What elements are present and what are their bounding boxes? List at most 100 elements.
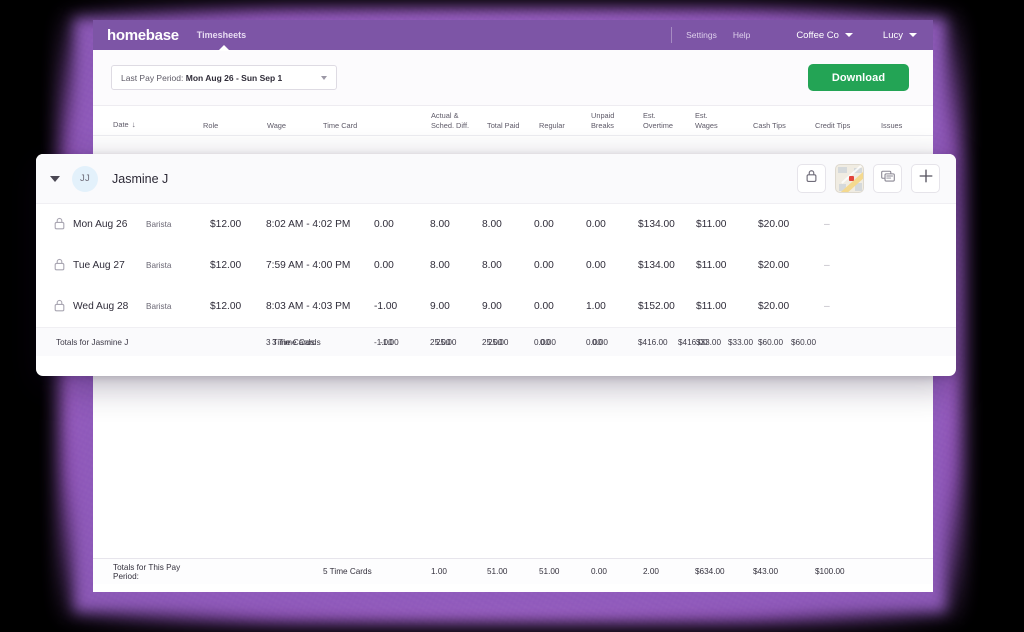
timesheet-toolbar: Last Pay Period: Mon Aug 26 - Sun Sep 1 … bbox=[93, 50, 933, 106]
cell-credit-total: $60.00 $60.00 bbox=[758, 338, 824, 347]
user-name: Lucy bbox=[883, 30, 903, 41]
lock-button[interactable] bbox=[797, 164, 826, 193]
unpaid-ghost: 0.00 bbox=[540, 338, 556, 347]
cell-cash-tips: $11.00 bbox=[696, 301, 758, 312]
column-header-time-card[interactable]: Time Card bbox=[323, 121, 431, 130]
lock-icon bbox=[54, 258, 65, 274]
table-column-headers: Date↓ Role Wage Time Card Actual & Sched… bbox=[93, 106, 933, 136]
col-line-1: Est. bbox=[643, 111, 695, 120]
cell-est-overtime: 0.00 bbox=[586, 260, 638, 271]
cell-role: Barista bbox=[146, 220, 210, 229]
cell-unpaid-breaks: 0.00 bbox=[534, 219, 586, 230]
cell-cash-tips: $11.00 bbox=[696, 260, 758, 271]
top-navigation-bar: homebase Timesheets Settings Help Coffee… bbox=[93, 20, 933, 50]
diff-ghost: -1.00 bbox=[380, 338, 399, 347]
cell-period-regular: 51.00 bbox=[539, 567, 591, 576]
cash-ghost: $33.00 bbox=[728, 338, 753, 347]
nav-link-settings[interactable]: Settings bbox=[686, 30, 717, 40]
nav-link-help[interactable]: Help bbox=[733, 30, 750, 40]
cell-overtime-total: 0.00 0.00 bbox=[586, 338, 638, 347]
column-header-issues[interactable]: Issues bbox=[881, 121, 931, 130]
table-row[interactable]: Wed Aug 28 Barista $12.00 8:03 AM - 4:03… bbox=[36, 286, 956, 327]
col-line-1: Actual & bbox=[431, 111, 487, 120]
credit-ghost: $60.00 bbox=[791, 338, 816, 347]
table-row[interactable]: Mon Aug 26 Barista $12.00 8:02 AM - 4:02… bbox=[36, 204, 956, 245]
cash-primary: $33.00 bbox=[696, 338, 721, 347]
date-text: Wed Aug 28 bbox=[73, 301, 128, 312]
column-header-role[interactable]: Role bbox=[203, 121, 267, 130]
column-header-date[interactable]: Date↓ bbox=[99, 120, 203, 130]
cell-diff-total: -1.00 -1.00 bbox=[374, 338, 430, 347]
cell-est-wages: $134.00 bbox=[638, 260, 696, 271]
lock-icon bbox=[805, 169, 818, 188]
column-header-actual-sched-diff[interactable]: Actual & Sched. Diff. bbox=[431, 111, 487, 130]
company-switcher[interactable]: Coffee Co bbox=[796, 30, 853, 41]
cell-period-diff: 1.00 bbox=[431, 567, 487, 576]
col-line-2: Overtime bbox=[643, 121, 695, 130]
app-logo[interactable]: homebase bbox=[107, 27, 179, 44]
cell-credit-tips: $20.00 bbox=[758, 219, 824, 230]
chevron-down-icon bbox=[845, 33, 853, 37]
col-line-2: Breaks bbox=[591, 121, 643, 130]
col-line-2: Wages bbox=[695, 121, 753, 130]
active-tab-notch bbox=[218, 45, 230, 51]
cell-total-paid: 8.00 bbox=[430, 219, 482, 230]
date-text: Mon Aug 26 bbox=[73, 219, 127, 230]
comment-icon bbox=[881, 170, 895, 188]
cell-wage: $12.00 bbox=[210, 260, 266, 271]
cell-issues: – bbox=[824, 301, 874, 312]
chevron-down-icon[interactable] bbox=[50, 176, 60, 182]
col-line-1: Est. bbox=[695, 111, 753, 120]
cell-unpaid-total: 0.00 0.00 bbox=[534, 338, 586, 347]
cell-time-card[interactable]: 8:02 AM - 4:02 PM bbox=[266, 219, 374, 230]
cell-date: Tue Aug 27 bbox=[42, 258, 146, 274]
add-button[interactable] bbox=[911, 164, 940, 193]
column-header-wage[interactable]: Wage bbox=[267, 121, 323, 130]
screenshot-stage: homebase Timesheets Settings Help Coffee… bbox=[0, 0, 1024, 632]
date-text: Tue Aug 27 bbox=[73, 260, 125, 271]
column-header-credit-tips[interactable]: Credit Tips bbox=[815, 121, 881, 130]
user-menu[interactable]: Lucy bbox=[883, 30, 917, 41]
cell-regular: 9.00 bbox=[482, 301, 534, 312]
avatar: JJ bbox=[72, 166, 98, 192]
column-header-est-wages[interactable]: Est. Wages bbox=[695, 111, 753, 130]
cell-period-total-paid: 51.00 bbox=[487, 567, 539, 576]
pay-period-totals-row: Totals for This Pay Period: 5 Time Cards… bbox=[93, 558, 933, 584]
column-header-est-overtime[interactable]: Est. Overtime bbox=[643, 111, 695, 130]
comment-button[interactable] bbox=[873, 164, 902, 193]
cell-est-wages: $152.00 bbox=[638, 301, 696, 312]
chevron-down-icon bbox=[321, 76, 327, 80]
chevron-down-icon bbox=[909, 33, 917, 37]
cell-period-unpaid: 0.00 bbox=[591, 567, 643, 576]
cell-period-overtime: 2.00 bbox=[643, 567, 695, 576]
time-cards-ghost: 3 Time Cards bbox=[272, 338, 321, 347]
column-header-unpaid-breaks[interactable]: Unpaid Breaks bbox=[591, 111, 643, 130]
employee-card-header: JJ Jasmine J bbox=[36, 154, 956, 204]
cell-period-time-cards: 5 Time Cards bbox=[323, 567, 431, 576]
cell-issues: – bbox=[824, 260, 874, 271]
cell-date: Wed Aug 28 bbox=[42, 299, 146, 315]
table-row[interactable]: Tue Aug 27 Barista $12.00 7:59 AM - 4:00… bbox=[36, 245, 956, 286]
column-header-total-paid[interactable]: Total Paid bbox=[487, 121, 539, 130]
pay-period-value: Mon Aug 26 - Sun Sep 1 bbox=[186, 73, 283, 83]
cell-issues: – bbox=[824, 219, 874, 230]
pay-period-select[interactable]: Last Pay Period: Mon Aug 26 - Sun Sep 1 bbox=[111, 65, 337, 90]
sort-arrow-icon: ↓ bbox=[132, 120, 136, 130]
download-button[interactable]: Download bbox=[808, 64, 909, 91]
cell-est-overtime: 1.00 bbox=[586, 301, 638, 312]
nav-tab-timesheets[interactable]: Timesheets bbox=[197, 30, 246, 40]
employee-name: Jasmine J bbox=[112, 172, 168, 186]
cell-time-card[interactable]: 8:03 AM - 4:03 PM bbox=[266, 301, 374, 312]
pay-period-label: Last Pay Period: Mon Aug 26 - Sun Sep 1 bbox=[121, 73, 282, 83]
cell-role: Barista bbox=[146, 261, 210, 270]
cell-time-cards-count: 3 Time Cards 3 Time Cards bbox=[266, 338, 374, 347]
col-line-2: Sched. Diff. bbox=[431, 121, 487, 130]
cell-unpaid-breaks: 0.00 bbox=[534, 260, 586, 271]
column-header-regular[interactable]: Regular bbox=[539, 121, 591, 130]
column-header-cash-tips[interactable]: Cash Tips bbox=[753, 121, 815, 130]
plus-icon bbox=[919, 169, 933, 188]
location-map-button[interactable] bbox=[835, 164, 864, 193]
total-paid-ghost: 25.00 bbox=[436, 338, 457, 347]
cell-time-card[interactable]: 7:59 AM - 4:00 PM bbox=[266, 260, 374, 271]
overtime-ghost: 0.00 bbox=[592, 338, 608, 347]
